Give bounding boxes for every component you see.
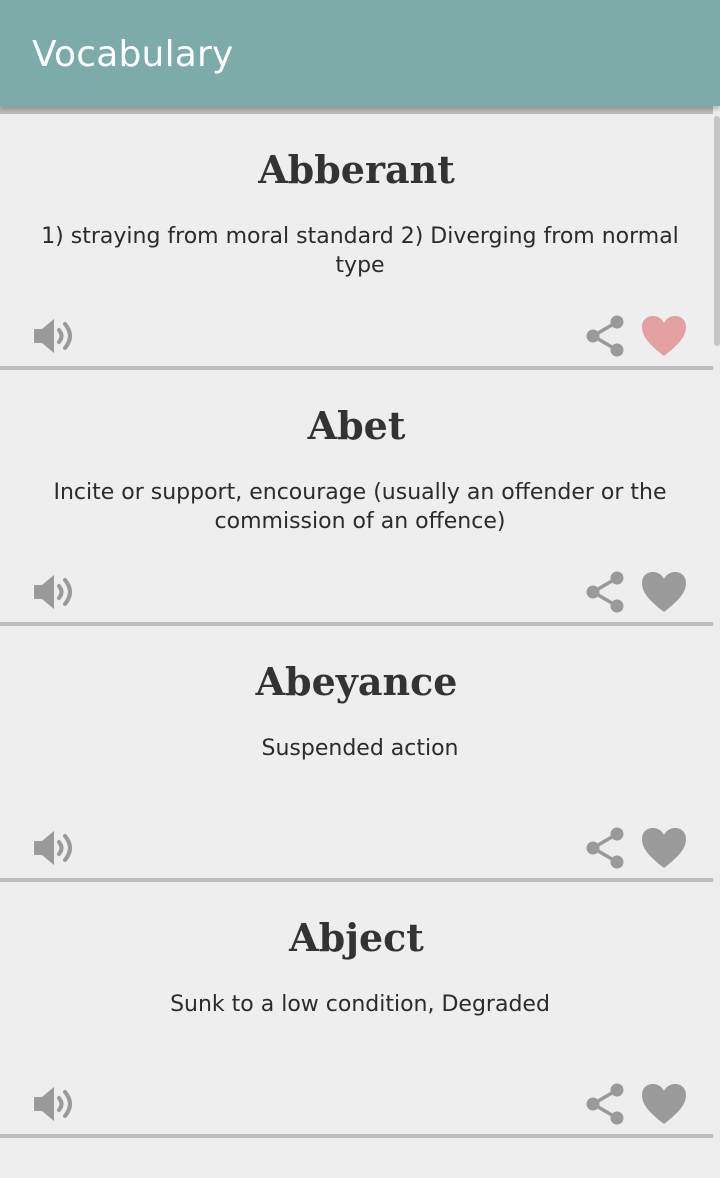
- word-card[interactable]: Abeyance Suspended action: [0, 626, 713, 878]
- vocabulary-list[interactable]: Abberant 1) straying from moral standard…: [0, 106, 713, 1178]
- share-icon[interactable]: [584, 826, 626, 870]
- word-meaning: Incite or support, encourage (usually an…: [53, 480, 667, 534]
- word-card[interactable]: Abberant 1) straying from moral standard…: [0, 114, 713, 366]
- share-icon[interactable]: [584, 1082, 626, 1126]
- heart-icon[interactable]: [640, 1082, 688, 1126]
- heart-icon[interactable]: [640, 570, 688, 614]
- speaker-icon[interactable]: [30, 1082, 80, 1126]
- word-card[interactable]: Abject Sunk to a low condition, Degraded: [0, 882, 713, 1134]
- scrollbar[interactable]: [713, 106, 720, 1169]
- share-icon[interactable]: [584, 314, 626, 358]
- heart-icon[interactable]: [640, 314, 688, 358]
- heart-icon[interactable]: [640, 826, 688, 870]
- speaker-icon[interactable]: [30, 826, 80, 870]
- word-meaning: Sunk to a low condition, Degraded: [170, 992, 550, 1017]
- share-icon[interactable]: [584, 570, 626, 614]
- word-card[interactable]: [0, 1138, 713, 1178]
- word-title: Abberant: [258, 147, 455, 192]
- speaker-icon[interactable]: [30, 570, 80, 614]
- app-title: Vocabulary: [32, 34, 234, 75]
- word-card[interactable]: Abet Incite or support, encourage (usual…: [0, 370, 713, 622]
- speaker-icon[interactable]: [30, 314, 80, 358]
- word-title: Abject: [289, 915, 424, 960]
- word-meaning: Suspended action: [261, 736, 459, 761]
- scrollbar-thumb[interactable]: [714, 116, 720, 346]
- word-title: Abeyance: [255, 659, 458, 704]
- word-meaning: 1) straying from moral standard 2) Diver…: [41, 224, 679, 278]
- word-title: Abet: [307, 403, 406, 448]
- app-bar: Vocabulary: [0, 0, 720, 106]
